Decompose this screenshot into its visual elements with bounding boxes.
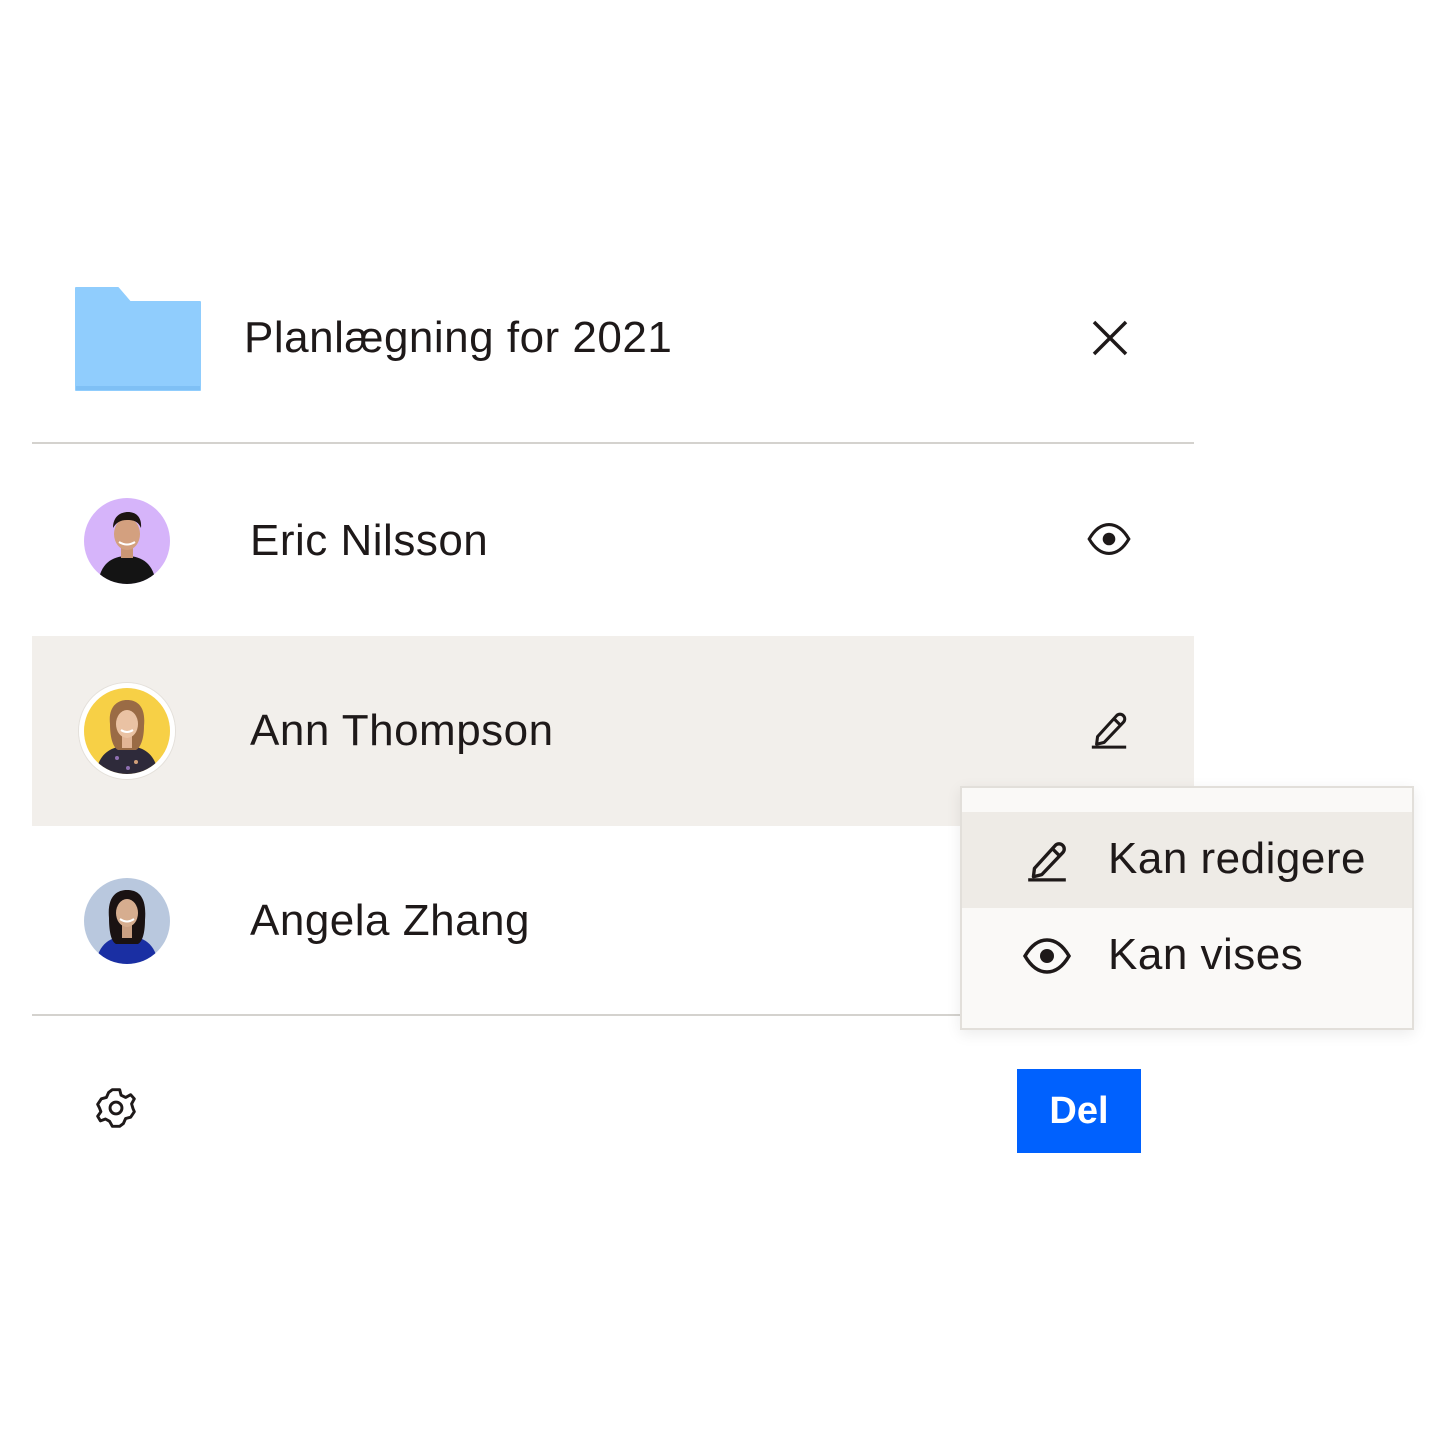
avatar [84, 498, 170, 584]
share-dialog: Planlægning for 2021 Eric Nilsson Ann Th… [0, 0, 1440, 1440]
dialog-header: Planlægning for 2021 [32, 240, 1194, 444]
pencil-icon [1088, 708, 1130, 755]
permission-dropdown: Kan redigere Kan vises [960, 786, 1414, 1030]
menu-item-can-edit[interactable]: Kan redigere [962, 812, 1412, 908]
pencil-icon [1020, 834, 1074, 886]
folder-title: Planlægning for 2021 [244, 313, 673, 362]
avatar [84, 878, 170, 964]
menu-item-can-view[interactable]: Kan vises [962, 908, 1412, 1004]
avatar [79, 683, 175, 779]
folder-icon [74, 286, 202, 392]
member-name: Angela Zhang [250, 896, 530, 945]
member-row-eric-nilsson[interactable]: Eric Nilsson [32, 446, 1194, 636]
member-name: Eric Nilsson [250, 516, 489, 565]
member-name: Ann Thompson [250, 706, 554, 755]
eye-icon [1020, 930, 1074, 982]
permission-button[interactable] [1082, 706, 1136, 756]
menu-item-label: Kan redigere [1108, 834, 1366, 883]
share-button[interactable]: Del [1017, 1069, 1141, 1153]
close-button[interactable] [1086, 316, 1134, 364]
permission-button[interactable] [1082, 516, 1136, 566]
close-icon [1090, 318, 1130, 363]
settings-button[interactable] [92, 1086, 140, 1134]
gear-icon [94, 1086, 138, 1135]
menu-item-label: Kan vises [1108, 930, 1304, 979]
eye-icon [1086, 521, 1132, 562]
